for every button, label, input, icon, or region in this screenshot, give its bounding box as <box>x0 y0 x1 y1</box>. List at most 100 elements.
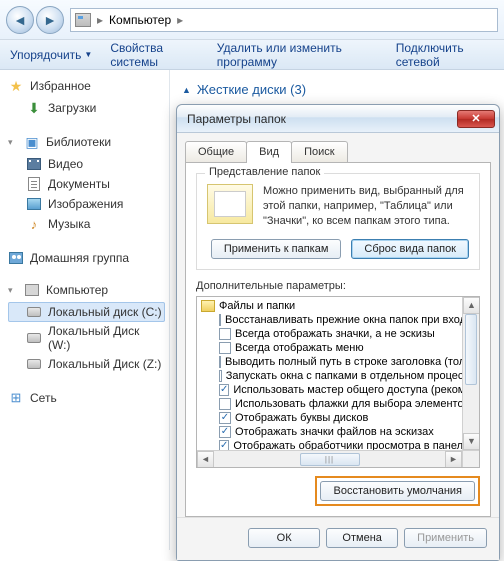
video-icon <box>26 156 42 172</box>
organize-menu[interactable]: Упорядочить ▼ <box>10 48 92 62</box>
tree-item[interactable]: Использовать мастер общего доступа (реко… <box>201 383 475 397</box>
folder-views-group: Представление папок Можно применить вид,… <box>196 173 480 270</box>
hdd-icon <box>26 356 42 372</box>
dialog-button-row: ОК Отмена Применить <box>177 517 499 560</box>
tree-item-label: Выводить полный путь в строке заголовка … <box>225 356 480 368</box>
scroll-down-button[interactable]: ▼ <box>463 433 480 450</box>
horizontal-scrollbar[interactable]: ◄ ||| ► <box>197 450 462 467</box>
library-icon: ▣ <box>24 134 40 150</box>
sidebar-item-disk-w[interactable]: Локальный Диск (W:) <box>8 322 165 354</box>
tab-view[interactable]: Вид <box>246 141 292 163</box>
ok-button[interactable]: ОК <box>248 528 320 548</box>
chevron-down-icon: ▼ <box>84 50 92 59</box>
hard-drives-header[interactable]: ▲Жесткие диски (3) <box>182 82 492 97</box>
restore-defaults-button[interactable]: Восстановить умолчания <box>320 481 475 501</box>
dialog-tabs: Общие Вид Поиск <box>177 133 499 163</box>
checkbox[interactable] <box>219 342 231 354</box>
sidebar-item-downloads[interactable]: ⬇Загрузки <box>8 98 165 118</box>
star-icon: ★ <box>8 78 24 94</box>
scrollbar-track[interactable] <box>463 314 479 433</box>
apply-button[interactable]: Применить <box>404 528 487 548</box>
scrollbar-corner <box>462 450 479 467</box>
folder-options-dialog: Параметры папок ✕ Общие Вид Поиск Предст… <box>176 104 500 561</box>
tree-item-label: Всегда отображать значки, а не эскизы <box>235 328 435 340</box>
navigation-pane: ★Избранное ⬇Загрузки ▾▣Библиотеки Видео … <box>0 70 170 550</box>
tree-item[interactable]: Использовать флажки для выбора элементов <box>201 397 475 411</box>
scroll-right-button[interactable]: ► <box>445 451 462 468</box>
homegroup-group[interactable]: Домашняя группа <box>8 250 165 266</box>
checkbox[interactable] <box>219 370 222 382</box>
tab-search[interactable]: Поиск <box>291 141 347 163</box>
forward-button[interactable]: ► <box>36 6 64 34</box>
chevron-down-icon: ▾ <box>8 285 18 296</box>
homegroup-icon <box>8 250 24 266</box>
checkbox[interactable] <box>219 384 229 396</box>
dialog-title: Параметры папок <box>187 112 286 126</box>
checkbox[interactable] <box>219 356 221 368</box>
breadcrumb-sep: ▸ <box>97 13 103 27</box>
tree-item[interactable]: Отображать значки файлов на эскизах <box>201 425 475 439</box>
scrollbar-thumb[interactable] <box>465 314 477 385</box>
address-bar[interactable]: ▸ Компьютер ▸ <box>70 8 498 32</box>
sidebar-item-pictures[interactable]: Изображения <box>8 194 165 214</box>
breadcrumb-computer[interactable]: Компьютер <box>109 13 171 27</box>
folder-views-description: Можно применить вид, выбранный для этой … <box>263 184 469 229</box>
annotation-highlight: Восстановить умолчания <box>315 476 480 506</box>
tree-item[interactable]: Запускать окна с папками в отдельном про… <box>201 369 475 383</box>
tab-general[interactable]: Общие <box>185 141 247 163</box>
tree-item-label: Использовать флажки для выбора элементов <box>235 398 469 410</box>
libraries-group[interactable]: ▾▣Библиотеки <box>8 134 165 150</box>
hdd-icon <box>26 330 42 346</box>
scrollbar-thumb[interactable]: ||| <box>300 453 360 466</box>
music-icon: ♪ <box>26 216 42 232</box>
advanced-settings-label: Дополнительные параметры: <box>196 280 480 292</box>
checkbox[interactable] <box>219 412 231 424</box>
command-bar: Упорядочить ▼ Свойства системы Удалить и… <box>0 40 504 70</box>
tree-item-label: Отображать буквы дисков <box>235 412 368 424</box>
system-properties-button[interactable]: Свойства системы <box>110 41 198 69</box>
network-icon: ⊞ <box>8 390 24 406</box>
checkbox[interactable] <box>219 398 231 410</box>
tree-root-files-folders[interactable]: Файлы и папки <box>201 299 475 313</box>
folder-views-legend: Представление папок <box>205 166 324 178</box>
sidebar-item-disk-c[interactable]: Локальный диск (C:) <box>8 302 165 322</box>
sidebar-item-disk-z[interactable]: Локальный Диск (Z:) <box>8 354 165 374</box>
sidebar-item-music[interactable]: ♪Музыка <box>8 214 165 234</box>
tree-item[interactable]: Отображать буквы дисков <box>201 411 475 425</box>
uninstall-button[interactable]: Удалить или изменить программу <box>217 41 378 69</box>
computer-icon <box>75 13 91 27</box>
favorites-group[interactable]: ★Избранное <box>8 78 165 94</box>
map-network-drive-button[interactable]: Подключить сетевой <box>396 41 494 69</box>
dialog-titlebar[interactable]: Параметры папок ✕ <box>177 105 499 133</box>
cancel-button[interactable]: Отмена <box>326 528 398 548</box>
sidebar-item-video[interactable]: Видео <box>8 154 165 174</box>
checkbox[interactable] <box>219 314 221 326</box>
computer-group[interactable]: ▾Компьютер <box>8 282 165 298</box>
checkbox[interactable] <box>219 426 231 438</box>
apply-to-folders-button[interactable]: Применить к папкам <box>211 239 342 259</box>
document-icon <box>26 176 42 192</box>
tree-item[interactable]: Выводить полный путь в строке заголовка … <box>201 355 475 369</box>
hdd-icon <box>26 304 42 320</box>
reset-folders-button[interactable]: Сброс вида папок <box>351 239 469 259</box>
computer-icon <box>24 282 40 298</box>
sidebar-item-documents[interactable]: Документы <box>8 174 165 194</box>
tree-item-label: Восстанавливать прежние окна папок при в… <box>225 314 480 326</box>
scroll-up-button[interactable]: ▲ <box>463 297 480 314</box>
close-button[interactable]: ✕ <box>457 110 495 128</box>
folder-icon <box>201 300 215 312</box>
tree-item-label: Использовать мастер общего доступа (реко… <box>233 384 480 396</box>
back-button[interactable]: ◄ <box>6 6 34 34</box>
checkbox[interactable] <box>219 328 231 340</box>
tree-item[interactable]: Восстанавливать прежние окна папок при в… <box>201 313 475 327</box>
tree-item[interactable]: Всегда отображать меню <box>201 341 475 355</box>
address-bar-area: ◄ ► ▸ Компьютер ▸ <box>0 0 504 40</box>
tree-item-label: Всегда отображать меню <box>235 342 364 354</box>
tree-item-label: Запускать окна с папками в отдельном про… <box>226 370 475 382</box>
scrollbar-track[interactable]: ||| <box>214 451 445 467</box>
scroll-left-button[interactable]: ◄ <box>197 451 214 468</box>
tree-item[interactable]: Всегда отображать значки, а не эскизы <box>201 327 475 341</box>
network-group[interactable]: ⊞Сеть <box>8 390 165 406</box>
advanced-settings-tree[interactable]: Файлы и папки Восстанавливать прежние ок… <box>196 296 480 468</box>
vertical-scrollbar[interactable]: ▲ ▼ <box>462 297 479 450</box>
